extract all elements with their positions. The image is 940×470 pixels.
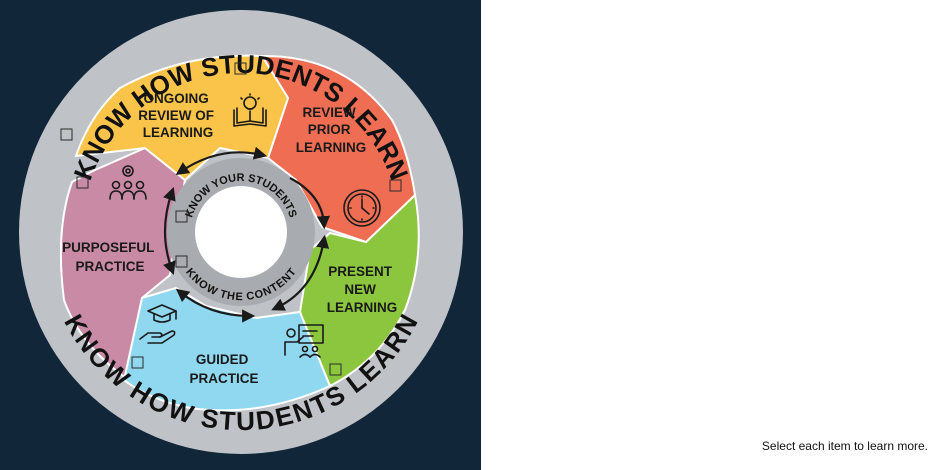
label-ongoing-review: ONGOING REVIEW OF LEARNING (138, 91, 218, 140)
clock-icon (343, 189, 381, 227)
center-circle (195, 186, 287, 278)
learning-cycle-diagram: KNOW HOW STUDENTS LEARN KNOW HOW STUDENT… (19, 10, 463, 454)
instruction-text: Select each item to learn more. (761, 439, 928, 453)
